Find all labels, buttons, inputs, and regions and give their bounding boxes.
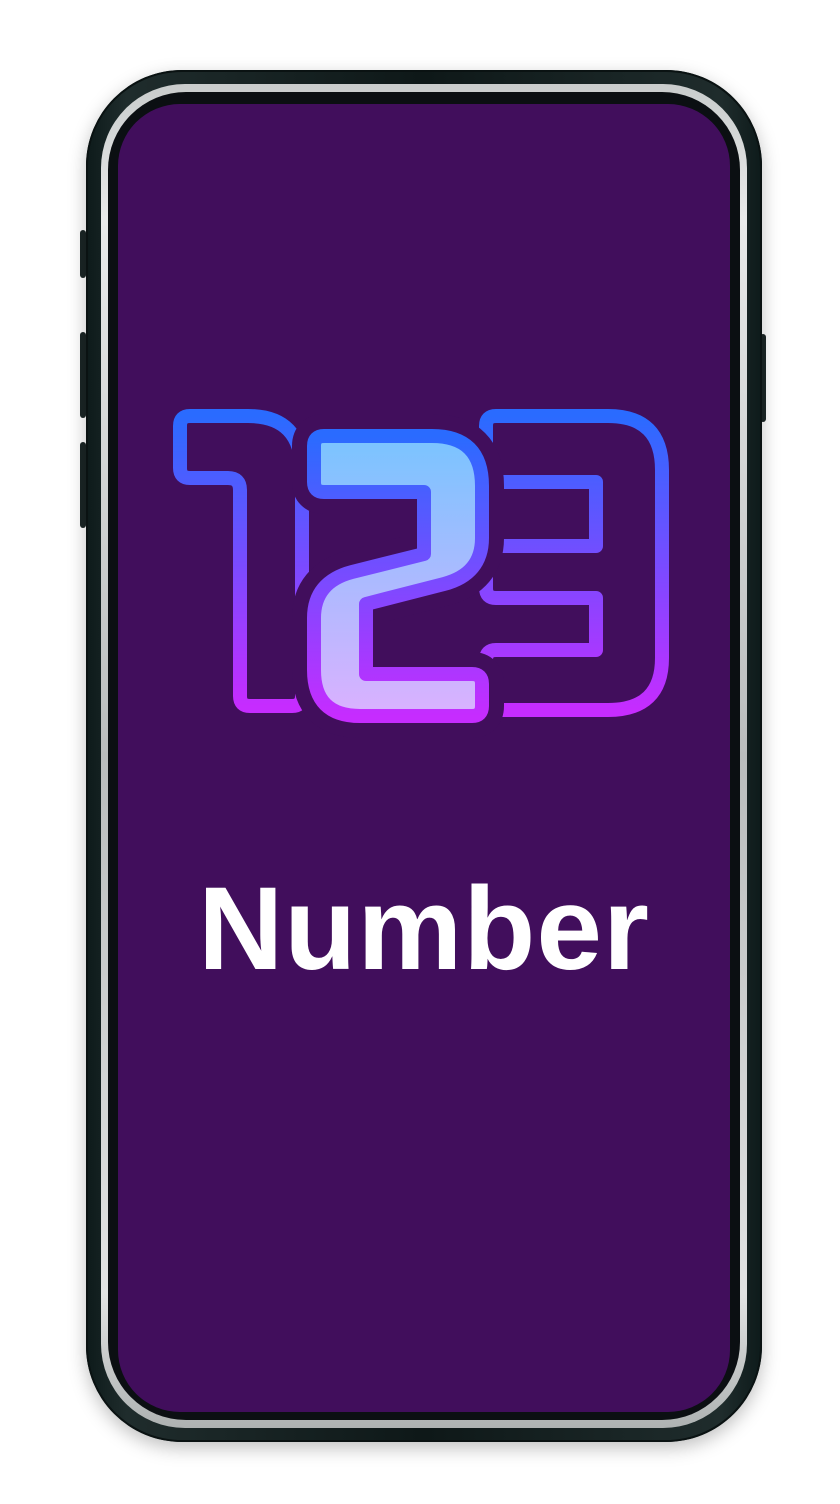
app-title: Number (198, 863, 650, 995)
numbers-123-icon (173, 409, 669, 738)
device-mockup: Number (0, 0, 840, 1504)
digit-one (173, 409, 309, 713)
digit-two (307, 429, 489, 723)
digit-three (479, 409, 669, 717)
splash-screen: Number (118, 104, 730, 1412)
app-logo (170, 404, 670, 748)
